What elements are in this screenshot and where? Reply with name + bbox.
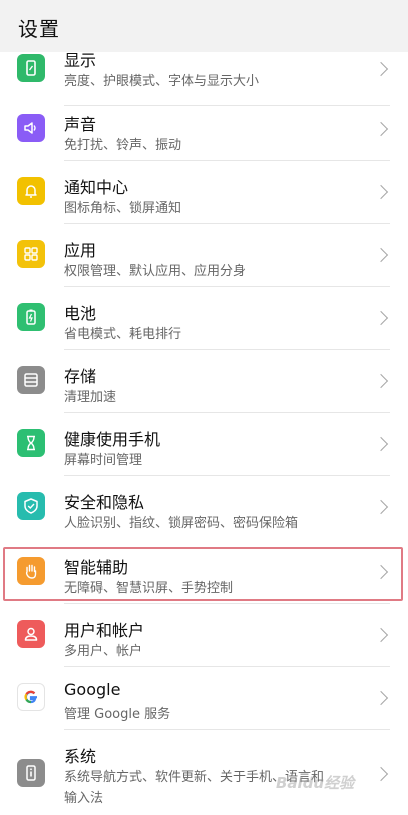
hourglass-icon (17, 429, 45, 457)
settings-item-users-accounts[interactable]: 用户和帐户 多用户、帐户 (0, 603, 408, 667)
watermark: Baidu经验 (276, 774, 355, 792)
item-label: 系统 (64, 747, 97, 766)
item-label: 电池 (64, 304, 97, 323)
settings-item-google[interactable]: Google 管理 Google 服务 (0, 666, 408, 730)
settings-header: 设置 (0, 0, 408, 52)
settings-item-notification-center[interactable]: 通知中心 图标角标、锁屏通知 (0, 160, 408, 224)
item-subtitle: 亮度、护眼模式、字体与显示大小 (64, 74, 260, 89)
settings-item-battery[interactable]: 电池 省电模式、耗电排行 (0, 286, 408, 350)
google-icon (17, 683, 45, 711)
item-label: 安全和隐私 (64, 493, 145, 512)
chevron-right-icon (373, 766, 389, 782)
apps-grid-icon (17, 240, 45, 268)
settings-item-apps[interactable]: 应用 权限管理、默认应用、应用分身 (0, 223, 408, 287)
volume-icon (17, 114, 45, 142)
settings-list: 显示 亮度、护眼模式、字体与显示大小 声音 免打扰、铃声、振动 通知中心 图标角… (0, 0, 408, 815)
item-label: 通知中心 (64, 178, 129, 197)
item-subtitle: 人脸识别、指纹、锁屏密码、密码保险箱 (64, 516, 299, 531)
chevron-right-icon (373, 61, 389, 77)
item-label: Google (64, 680, 121, 699)
item-label: 声音 (64, 115, 97, 134)
chevron-right-icon (373, 373, 389, 389)
storage-icon (17, 366, 45, 394)
settings-item-storage[interactable]: 存储 清理加速 (0, 349, 408, 413)
user-icon (17, 620, 45, 648)
settings-item-digital-balance[interactable]: 健康使用手机 屏幕时间管理 (0, 412, 408, 476)
chevron-right-icon (373, 121, 389, 137)
item-subtitle-line2: 输入法 (64, 791, 104, 806)
item-label: 存储 (64, 367, 97, 386)
highlight-box (3, 547, 403, 601)
page-title: 设置 (18, 17, 60, 41)
settings-item-sound[interactable]: 声音 免打扰、铃声、振动 (0, 97, 408, 161)
item-label: 用户和帐户 (64, 621, 145, 640)
item-subtitle: 省电模式、耗电排行 (64, 327, 182, 342)
chevron-right-icon (373, 499, 389, 515)
chevron-right-icon (373, 627, 389, 643)
shield-check-icon (17, 492, 45, 520)
display-icon (17, 54, 45, 82)
item-subtitle: 屏幕时间管理 (64, 453, 143, 468)
chevron-right-icon (373, 310, 389, 326)
chevron-right-icon (373, 247, 389, 263)
item-label: 应用 (64, 241, 97, 260)
phone-info-icon (17, 759, 45, 787)
battery-icon (17, 303, 45, 331)
item-subtitle: 多用户、帐户 (64, 644, 143, 659)
item-subtitle: 图标角标、锁屏通知 (64, 201, 182, 216)
item-subtitle: 清理加速 (64, 390, 117, 405)
bell-icon (17, 177, 45, 205)
settings-item-security-privacy[interactable]: 安全和隐私 人脸识别、指纹、锁屏密码、密码保险箱 (0, 475, 408, 538)
chevron-right-icon (373, 690, 389, 706)
chevron-right-icon (373, 184, 389, 200)
item-subtitle: 免打扰、铃声、振动 (64, 138, 182, 153)
item-subtitle: 权限管理、默认应用、应用分身 (64, 264, 247, 279)
chevron-right-icon (373, 436, 389, 452)
item-subtitle: 管理 Google 服务 (64, 707, 171, 722)
item-label: 健康使用手机 (64, 430, 161, 449)
